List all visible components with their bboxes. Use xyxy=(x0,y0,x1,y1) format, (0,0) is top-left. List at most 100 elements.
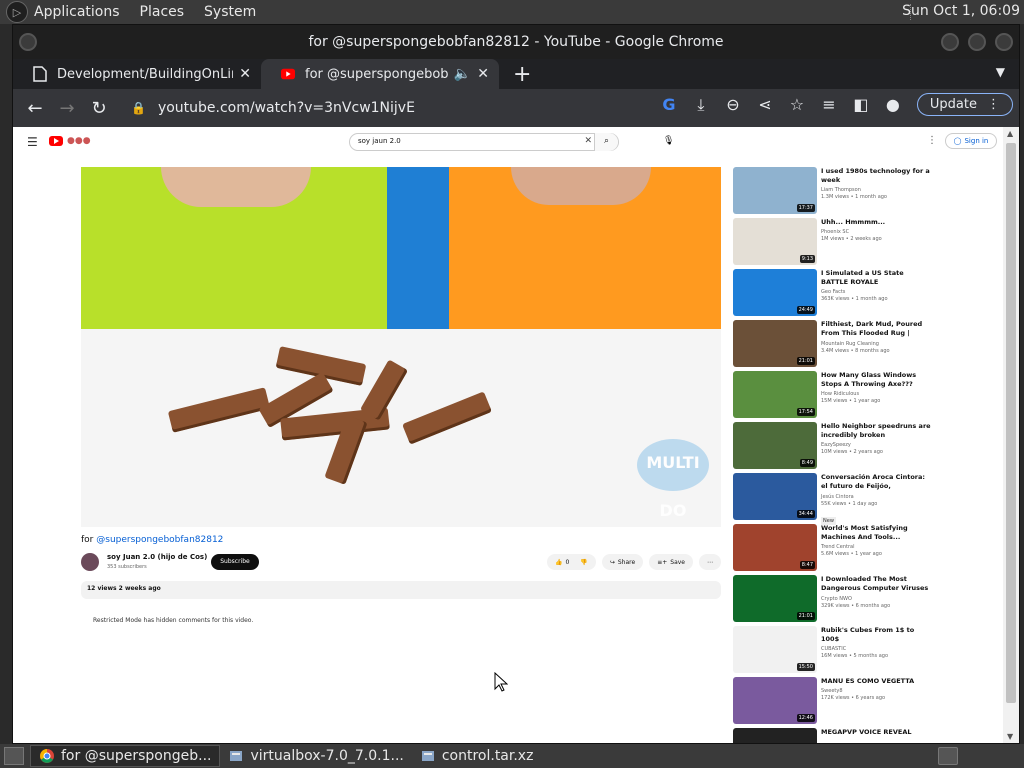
video-thumbnail[interactable]: 17:54 xyxy=(733,371,817,418)
related-video-channel[interactable]: Geo Facts xyxy=(821,289,931,295)
install-icon[interactable]: ⤓ xyxy=(685,95,717,115)
video-thumbnail[interactable] xyxy=(733,728,817,743)
related-video-title[interactable]: How Many Glass Windows Stops A Throwing … xyxy=(821,371,931,389)
video-thumbnail[interactable]: 21:01 xyxy=(733,575,817,622)
bookmark-star-icon[interactable]: ☆ xyxy=(781,95,813,114)
thumbs-down-icon[interactable]: 👎 xyxy=(580,559,587,566)
tab-search-chevron-icon[interactable]: ▼ xyxy=(996,65,1005,79)
close-window-button[interactable] xyxy=(995,33,1013,51)
close-tab-icon[interactable]: ✕ xyxy=(477,66,489,82)
applications-menu[interactable]: Applications xyxy=(34,4,120,20)
like-button[interactable]: 👍 0 👎 xyxy=(547,554,596,570)
speaker-icon[interactable]: 🔈 xyxy=(454,66,471,82)
related-video-title[interactable]: Hello Neighbor speedruns are incredibly … xyxy=(821,422,931,440)
related-video-title[interactable]: Rubik's Cubes From 1$ to 100$ xyxy=(821,626,931,644)
scrollbar-thumb[interactable] xyxy=(1006,143,1016,703)
update-button[interactable]: Update ⋮ xyxy=(916,93,1013,116)
new-tab-button[interactable]: + xyxy=(513,61,531,89)
video-thumbnail[interactable]: 8:47 xyxy=(733,524,817,571)
related-video-title[interactable]: Uhh... Hmmmm... xyxy=(821,218,931,227)
related-video-channel[interactable]: CUBASTIC xyxy=(821,646,931,652)
hamburger-icon[interactable]: ☰ xyxy=(27,135,38,149)
video-thumbnail[interactable]: 8:49 xyxy=(733,422,817,469)
related-video-title[interactable]: I Downloaded The Most Dangerous Computer… xyxy=(821,575,931,594)
close-tab-icon[interactable]: ✕ xyxy=(239,66,251,82)
related-video-channel[interactable]: Liam Thompson xyxy=(821,187,931,193)
clock[interactable]: Sun Oct 1, 06:09 xyxy=(902,3,1020,19)
save-button[interactable]: ≡+ Save xyxy=(649,554,693,570)
taskbar-item-control-tar[interactable]: control.tar.xz xyxy=(412,745,542,767)
video-thumbnail[interactable]: 24:49 xyxy=(733,269,817,316)
system-menu[interactable]: System xyxy=(204,4,256,20)
related-video-channel[interactable]: Phoenix SC xyxy=(821,229,931,235)
related-video-item[interactable]: 17:37 I used 1980s technology for a week L… xyxy=(733,167,933,218)
related-video-channel[interactable]: Trend Central xyxy=(821,544,931,550)
tab-youtube[interactable]: for @superspongebobfan8 🔈 ✕ xyxy=(261,59,499,89)
video-thumbnail[interactable]: 15:50 xyxy=(733,626,817,673)
channel-avatar[interactable] xyxy=(81,553,99,571)
more-actions-button[interactable]: ⋯ xyxy=(699,554,721,570)
related-video-title[interactable]: Filthiest, Dark Mud, Poured From This Fl… xyxy=(821,320,931,339)
sign-in-button[interactable]: ◯ Sign in xyxy=(945,133,997,149)
lock-icon[interactable]: 🔒 xyxy=(131,101,146,115)
url-text[interactable]: youtube.com/watch?v=3nVcw1NijvE xyxy=(158,100,415,116)
search-icon[interactable]: ⌕ xyxy=(594,133,618,151)
share-icon[interactable]: ⋖ xyxy=(749,95,781,114)
related-video-item[interactable]: 17:54 How Many Glass Windows Stops A Thro… xyxy=(733,371,933,422)
search-input[interactable]: soy jaun 2.0 ✕ ⌕ xyxy=(349,133,619,151)
places-menu[interactable]: Places xyxy=(140,4,185,20)
chrome-tray-icon[interactable] xyxy=(938,747,958,765)
search-value[interactable]: soy jaun 2.0 xyxy=(358,137,401,145)
related-video-item[interactable]: 21:01 Filthiest, Dark Mud, Poured From Th… xyxy=(733,320,933,371)
doodle-icon[interactable]: ●●● xyxy=(67,136,91,146)
forward-icon[interactable]: → xyxy=(51,98,83,119)
video-thumbnail[interactable]: 9:13 xyxy=(733,218,817,265)
show-desktop-icon[interactable] xyxy=(4,747,24,765)
google-icon[interactable]: G xyxy=(653,95,685,114)
related-video-title[interactable]: MANU ES COMO VEGETTA xyxy=(821,677,931,686)
page-scrollbar[interactable]: ▲ ▼ xyxy=(1003,127,1019,743)
description-box[interactable]: 12 views 2 weeks ago xyxy=(81,581,721,599)
related-video-item[interactable]: 9:13 Uhh... Hmmmm... Phoenix SC 1M views • … xyxy=(733,218,933,269)
share-button[interactable]: ↪ Share xyxy=(601,554,644,570)
address-bar[interactable]: 🔒 youtube.com/watch?v=3nVcw1NijvE xyxy=(127,94,667,122)
related-video-channel[interactable]: Jesús Cintora xyxy=(821,494,931,500)
tab-building-on-linux[interactable]: Development/BuildingOnLinux ✕ xyxy=(13,59,261,89)
scroll-up-icon[interactable]: ▲ xyxy=(1007,129,1013,138)
related-video-channel[interactable]: Crypto NWO xyxy=(821,596,931,602)
related-video-item[interactable]: 21:01 I Downloaded The Most Dangerous Com… xyxy=(733,575,933,626)
scroll-down-icon[interactable]: ▼ xyxy=(1007,732,1013,741)
minimize-button[interactable] xyxy=(941,33,959,51)
related-video-title[interactable]: World's Most Satisfying Machines And Too… xyxy=(821,524,931,542)
related-video-item[interactable]: 24:49 I Simulated a US State BATTLE ROYAL… xyxy=(733,269,933,320)
related-video-item[interactable]: MEGAPVP VOICE REVEAL xyxy=(733,728,933,743)
related-video-channel[interactable]: Mountain Rug Cleaning xyxy=(821,341,931,347)
mic-icon[interactable]: 🎙 xyxy=(663,136,674,146)
related-video-item[interactable]: 15:50 Rubik's Cubes From 1$ to 100$ CUBAST… xyxy=(733,626,933,677)
video-thumbnail[interactable]: 34:44 xyxy=(733,473,817,520)
related-video-item[interactable]: 8:49 Hello Neighbor speedruns are incredi… xyxy=(733,422,933,473)
profile-avatar-icon[interactable]: ● xyxy=(877,95,909,114)
video-title-handle[interactable]: @superspongebobfan82812 xyxy=(96,535,223,545)
related-video-channel[interactable]: EazySpeezy xyxy=(821,442,931,448)
subscribe-button[interactable]: Subscribe xyxy=(211,554,259,570)
video-thumbnail[interactable]: 12:46 xyxy=(733,677,817,724)
related-video-title[interactable]: I Simulated a US State BATTLE ROYALE xyxy=(821,269,931,287)
related-video-title[interactable]: Conversación Aroca Cintora: el futuro de… xyxy=(821,473,931,492)
video-thumbnail[interactable]: 17:37 xyxy=(733,167,817,214)
taskbar-item-virtualbox[interactable]: virtualbox-7.0_7.0.1... xyxy=(220,745,411,767)
settings-dots-icon[interactable]: ⋮ xyxy=(927,135,937,146)
video-thumbnail[interactable]: 21:01 xyxy=(733,320,817,367)
zoom-icon[interactable]: ⊖ xyxy=(717,95,749,114)
related-video-channel[interactable]: How Ridiculous xyxy=(821,391,931,397)
window-titlebar[interactable]: for @superspongebobfan82812 - YouTube - … xyxy=(13,25,1019,59)
related-video-item[interactable]: 8:47 World's Most Satisfying Machines And… xyxy=(733,524,933,575)
video-player[interactable]: MULTI DO xyxy=(81,167,721,527)
media-controls-icon[interactable]: ≡ xyxy=(813,95,845,114)
related-video-title[interactable]: MEGAPVP VOICE REVEAL xyxy=(821,728,931,737)
maximize-button[interactable] xyxy=(968,33,986,51)
related-video-title[interactable]: I used 1980s technology for a week xyxy=(821,167,931,185)
related-video-item[interactable]: 34:44 Conversación Aroca Cintora: el futu… xyxy=(733,473,933,525)
window-menu-button[interactable] xyxy=(19,33,37,51)
back-icon[interactable]: ← xyxy=(19,98,51,119)
